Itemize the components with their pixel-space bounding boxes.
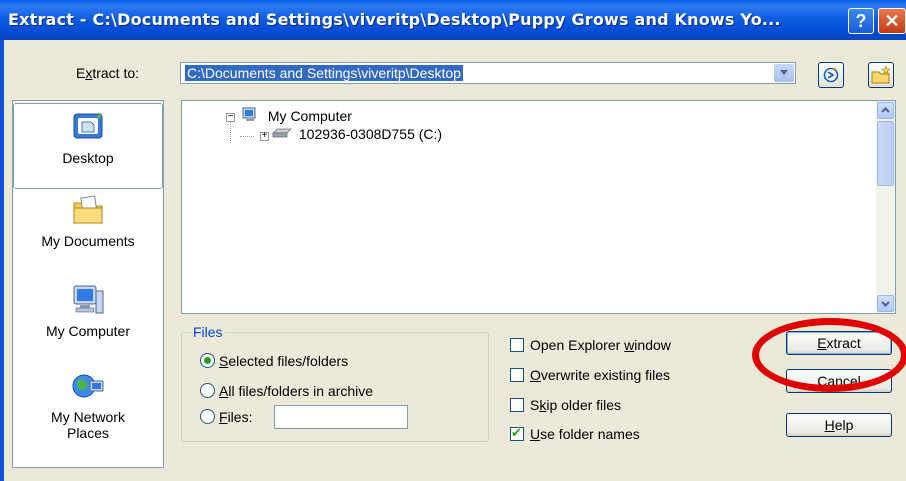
extract-path-combobox[interactable]: C:\Documents and Settings\viveritp\Deskt… xyxy=(180,62,796,84)
tree-line xyxy=(240,136,254,138)
files-group-legend: Files xyxy=(191,324,225,340)
chevron-down-icon xyxy=(881,301,890,307)
tree-scrollbar[interactable] xyxy=(876,101,895,313)
title-bar: Extract - C:\Documents and Settings\vive… xyxy=(0,0,906,40)
place-my-computer[interactable]: My Computer xyxy=(13,283,163,339)
tree-item-drive-c[interactable]: 102936-0308D755 (C:) xyxy=(272,126,442,142)
place-label: Desktop xyxy=(62,150,114,166)
place-label: My Computer xyxy=(45,323,131,339)
cancel-button[interactable]: Cancel xyxy=(786,369,892,393)
tree-item-label: My Computer xyxy=(267,108,352,124)
radio-button[interactable] xyxy=(200,353,215,368)
folder-tree[interactable]: − My Computer + 102936-0308D755 (C:) xyxy=(181,100,896,314)
browse-up-button[interactable] xyxy=(818,62,844,88)
expand-icon[interactable]: + xyxy=(260,131,269,141)
option-use-folder-names[interactable]: Use folder names xyxy=(510,425,640,442)
option-skip-older[interactable]: Skip older files xyxy=(510,397,621,413)
extract-path-value[interactable]: C:\Documents and Settings\viveritp\Deskt… xyxy=(185,65,463,81)
help-button[interactable]: Help xyxy=(786,413,892,437)
scroll-down-button[interactable] xyxy=(877,295,894,312)
my-computer-icon xyxy=(73,285,104,314)
radio-all-files[interactable]: All files/folders in archive xyxy=(200,383,373,399)
radio-files[interactable]: Files: xyxy=(200,409,252,425)
my-documents-icon xyxy=(73,195,103,224)
place-my-documents[interactable]: My Documents xyxy=(13,193,163,249)
option-overwrite-existing[interactable]: Overwrite existing files xyxy=(510,367,670,383)
place-my-network-places[interactable]: My Network Places xyxy=(13,369,163,441)
close-button[interactable]: ✕ xyxy=(878,8,906,34)
window-title: Extract - C:\Documents and Settings\vive… xyxy=(8,10,781,29)
my-network-places-icon xyxy=(72,374,104,398)
checkbox[interactable] xyxy=(510,368,524,382)
place-label: My Network Places xyxy=(51,409,125,441)
desktop-icon xyxy=(73,113,103,139)
extract-to-label: Extract to: xyxy=(76,65,140,81)
help-title-button[interactable]: ? xyxy=(848,8,874,34)
checkbox[interactable] xyxy=(510,398,524,412)
place-label: My Documents xyxy=(41,233,135,249)
extract-button[interactable]: Extract xyxy=(786,331,892,355)
folder-up-icon xyxy=(823,67,839,83)
tree-item-label: 102936-0308D755 (C:) xyxy=(298,126,443,142)
radio-button[interactable] xyxy=(200,383,215,398)
radio-selected-files[interactable]: Selected files/folders xyxy=(200,353,348,369)
option-open-explorer[interactable]: Open Explorer window xyxy=(510,337,671,353)
checkbox[interactable] xyxy=(510,338,524,352)
radio-button[interactable] xyxy=(200,409,215,424)
collapse-icon[interactable]: − xyxy=(226,112,235,122)
chevron-down-icon[interactable] xyxy=(774,64,794,82)
new-folder-button[interactable] xyxy=(868,62,894,88)
window-frame xyxy=(0,40,4,481)
files-input[interactable] xyxy=(274,405,408,429)
scroll-up-button[interactable] xyxy=(877,102,894,119)
new-folder-icon xyxy=(871,65,891,84)
checkbox[interactable] xyxy=(510,425,524,441)
hard-drive-icon xyxy=(272,128,292,138)
chevron-up-icon xyxy=(881,107,890,113)
files-group: Files Selected files/folders All files/f… xyxy=(181,324,489,442)
tree-item-my-computer[interactable]: My Computer xyxy=(242,107,352,124)
place-desktop[interactable]: Desktop xyxy=(13,103,163,189)
places-bar: Desktop My Documents My Computer My Netw… xyxy=(12,100,164,468)
my-computer-icon xyxy=(242,107,256,121)
scroll-thumb[interactable] xyxy=(877,121,894,186)
